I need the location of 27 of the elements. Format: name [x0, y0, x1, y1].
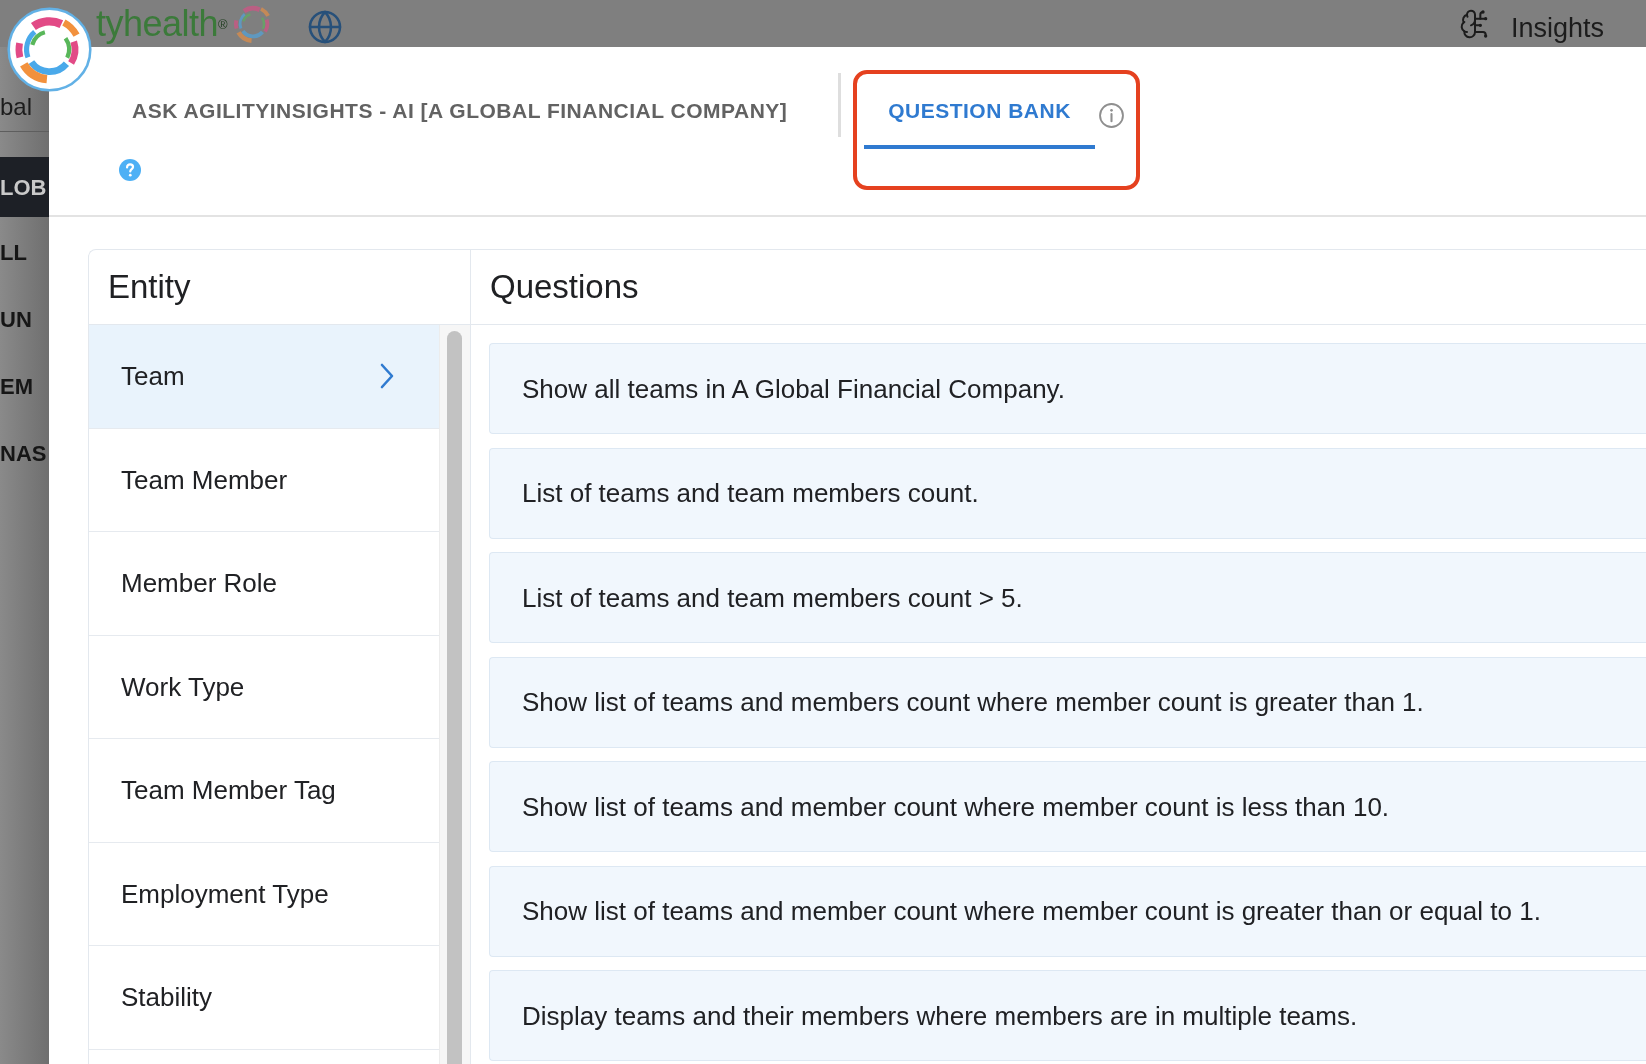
menu-text-fragment: LOB: [0, 173, 47, 202]
tab[interactable]: QUESTION BANK: [864, 74, 1095, 149]
brand-wordmark: tyhealth$^{®}$: [96, 3, 228, 44]
info-icon[interactable]: [1099, 103, 1124, 128]
menu-text-fragment: NAS: [0, 440, 47, 468]
column-heading: Questions: [490, 267, 639, 307]
menu-text-fragment: LL: [0, 239, 27, 267]
scrollbar-track[interactable]: [439, 325, 470, 1064]
question-card[interactable]: Show list of teams and members count where member count is greater than 1.: [489, 656, 1646, 748]
menu-text-fragment: bal: [0, 93, 33, 120]
question-card[interactable]: Show list of teams and member count where member count is less than 10.: [489, 761, 1646, 852]
menu-label[interactable]: Insights: [1510, 12, 1604, 43]
chevron-right-icon: [380, 363, 394, 390]
question-card[interactable]: Show list of teams and member count where member count is greater than or equal to 1.: [489, 865, 1646, 957]
question-card[interactable]: List of teams and team members count > 5.: [489, 552, 1646, 643]
globe-icon[interactable]: [307, 8, 344, 45]
help-icon[interactable]: [119, 159, 141, 181]
question-card[interactable]: Display teams and their members where members are in multiple teams.: [489, 970, 1646, 1061]
scrollbar-thumb[interactable]: [447, 331, 462, 1064]
entity-list-item[interactable]: Team: [89, 325, 439, 429]
tab[interactable]: ASK AGILITYINSIGHTS - AI [A GLOBAL FINANCIAL COMPANY]: [119, 74, 801, 149]
menu-text-fragment: EM: [0, 373, 33, 401]
question-card[interactable]: List of teams and team members count.: [489, 447, 1646, 539]
question-card[interactable]: Show all teams in A Global Financial Company.: [489, 343, 1646, 434]
menu-text-fragment: UN: [0, 306, 32, 334]
ring-logo-badge-icon[interactable]: [7, 7, 92, 92]
column-heading: Entity: [108, 267, 191, 307]
